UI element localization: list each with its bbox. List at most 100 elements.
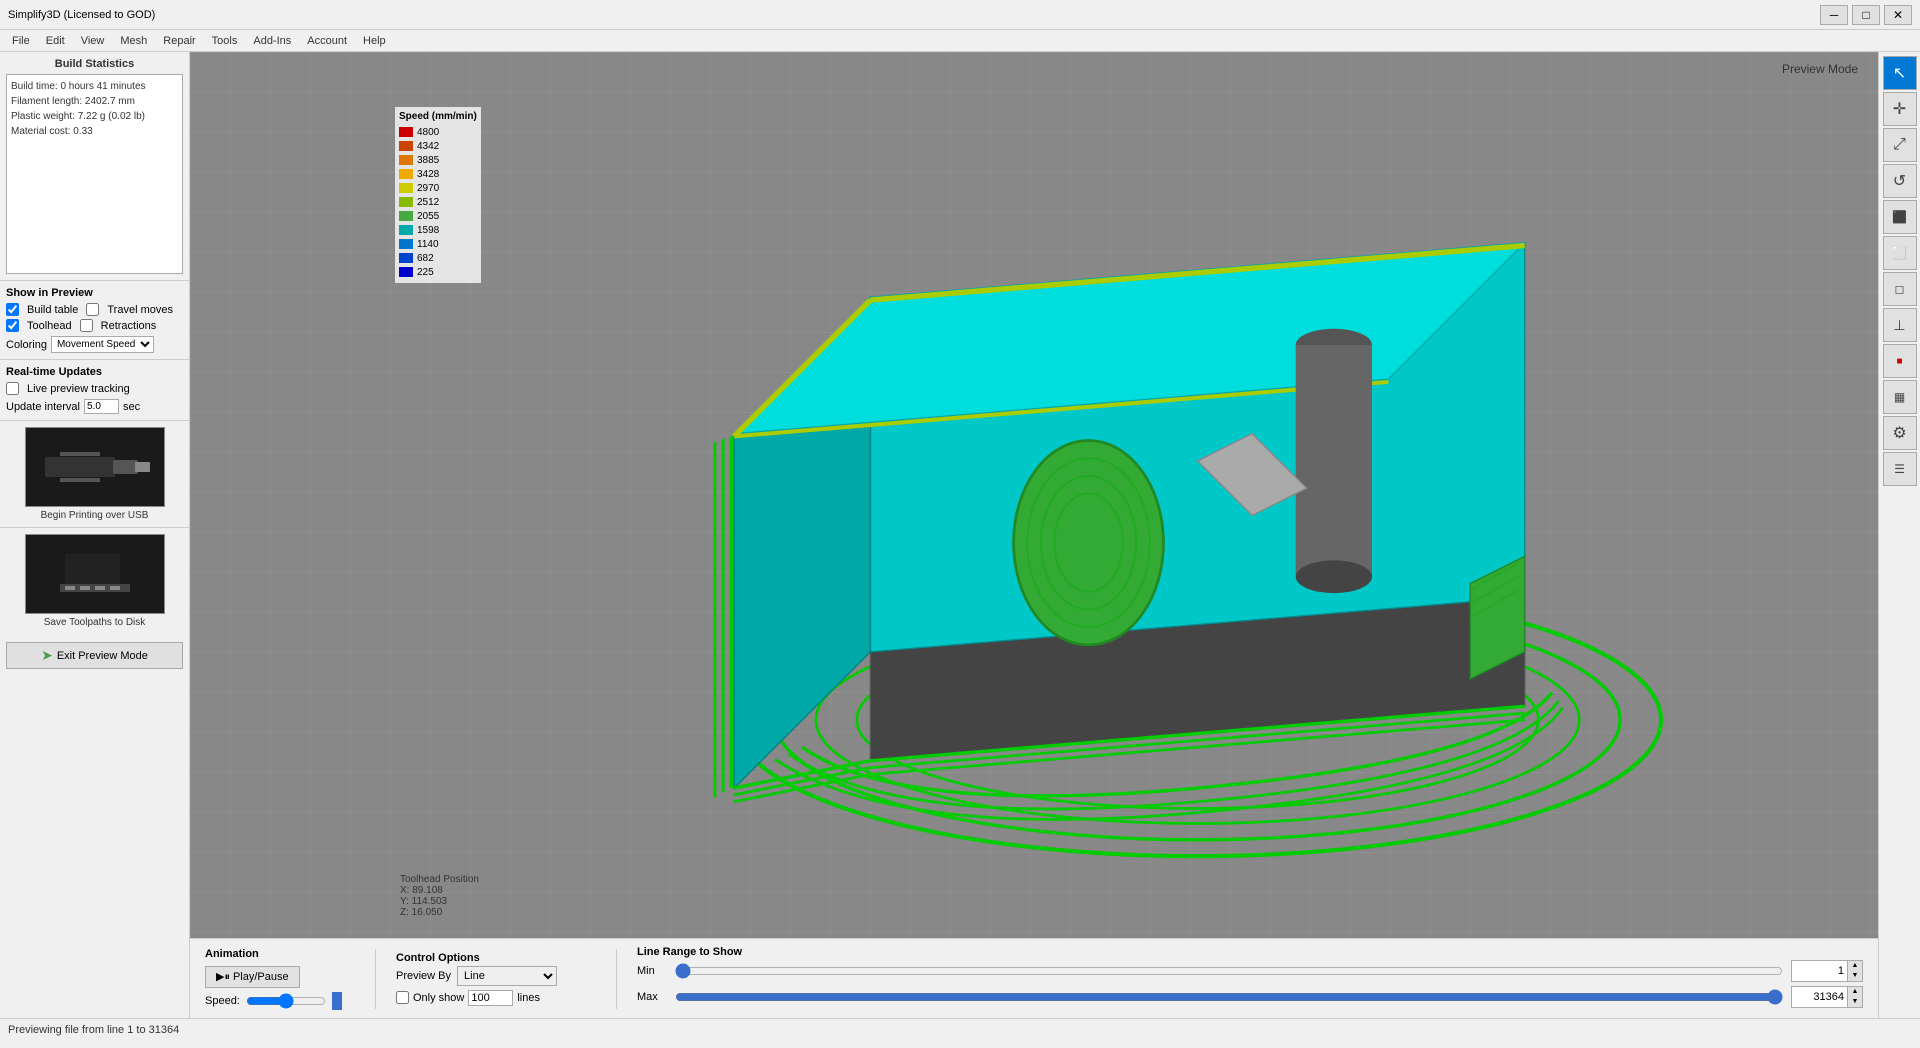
- cylinder-body: [1296, 345, 1372, 577]
- show-in-preview-title: Show in Preview: [6, 287, 183, 299]
- disk-svg: [35, 539, 155, 609]
- maximize-button[interactable]: □: [1852, 5, 1880, 25]
- menu-help[interactable]: Help: [355, 33, 394, 49]
- update-interval-input[interactable]: [84, 399, 119, 414]
- build-table-checkbox[interactable]: [6, 303, 19, 316]
- build-table-label: Build table: [27, 304, 78, 316]
- realtime-title: Real-time Updates: [6, 366, 183, 378]
- layers-button[interactable]: ▦: [1883, 380, 1917, 414]
- menu-view[interactable]: View: [73, 33, 113, 49]
- color-button[interactable]: ■: [1883, 344, 1917, 378]
- app-title: Simplify3D (Licensed to GOD): [8, 9, 155, 21]
- only-show-unit: lines: [517, 992, 540, 1004]
- disk-section[interactable]: Save Toolpaths to Disk: [0, 528, 189, 634]
- move-tool-button[interactable]: ✛: [1883, 92, 1917, 126]
- toolhead-pos-title: Toolhead Position: [400, 874, 479, 885]
- rotate-tool-button[interactable]: ↺: [1883, 164, 1917, 198]
- disk-image: [25, 534, 165, 614]
- show-in-preview-panel: Show in Preview Build table Travel moves…: [0, 281, 189, 360]
- only-show-checkbox[interactable]: [396, 991, 409, 1004]
- minimize-button[interactable]: ─: [1820, 5, 1848, 25]
- menu-file[interactable]: File: [4, 33, 38, 49]
- max-value-input[interactable]: [1792, 990, 1847, 1004]
- menu-account[interactable]: Account: [299, 33, 355, 49]
- menu-mesh[interactable]: Mesh: [112, 33, 155, 49]
- menu-repair[interactable]: Repair: [155, 33, 203, 49]
- travel-moves-checkbox[interactable]: [86, 303, 99, 316]
- exit-preview-button[interactable]: ➤ Exit Preview Mode: [6, 642, 183, 669]
- menu-addins[interactable]: Add-Ins: [245, 33, 299, 49]
- retractions-label: Retractions: [101, 320, 157, 332]
- min-value-input[interactable]: [1792, 964, 1847, 978]
- max-range-slider[interactable]: [675, 989, 1783, 1005]
- max-range-row: Max ▲ ▼: [637, 986, 1863, 1008]
- play-pause-button[interactable]: ▶⏸ Play/Pause: [205, 966, 300, 988]
- min-label: Min: [637, 965, 667, 977]
- divider-1: [375, 949, 376, 1009]
- solid-view-button[interactable]: ⬛: [1883, 200, 1917, 234]
- scale-tool-button[interactable]: ⤢: [1883, 128, 1917, 162]
- speed-slider[interactable]: [246, 993, 326, 1009]
- max-value-box: ▲ ▼: [1791, 986, 1863, 1008]
- axis-button[interactable]: ⊥: [1883, 308, 1917, 342]
- control-options-section: Control Options Preview By Line Layer Fe…: [396, 952, 596, 1006]
- close-button[interactable]: ✕: [1884, 5, 1912, 25]
- speed-indicator: [332, 992, 342, 1010]
- usb-image: [25, 427, 165, 507]
- build-statistics-content: Build time: 0 hours 41 minutes Filament …: [6, 74, 183, 274]
- speed-row: Speed:: [205, 992, 355, 1010]
- toolhead-label: Toolhead: [27, 320, 72, 332]
- titlebar-controls: ─ □ ✕: [1820, 5, 1912, 25]
- exit-preview-label: Exit Preview Mode: [57, 650, 148, 662]
- filament-length: Filament length: 2402.7 mm: [11, 94, 178, 109]
- build-statistics-panel: Build Statistics Build time: 0 hours 41 …: [0, 52, 189, 281]
- toolhead-checkbox[interactable]: [6, 319, 19, 332]
- menu-edit[interactable]: Edit: [38, 33, 73, 49]
- animation-section: Animation ▶⏸ Play/Pause Speed:: [205, 948, 355, 1010]
- wireframe-view-button[interactable]: ⬜: [1883, 236, 1917, 270]
- cylinder-bottom: [1296, 560, 1372, 593]
- build-statistics-title: Build Statistics: [6, 58, 183, 70]
- toolhead-pos-y: Y: 114.503: [400, 896, 479, 907]
- max-label: Max: [637, 991, 667, 1003]
- min-spinner-down[interactable]: ▼: [1848, 971, 1862, 981]
- coloring-select[interactable]: Movement Speed Feature Type Temperature …: [51, 336, 154, 353]
- 3d-model-svg: [190, 52, 1878, 938]
- plastic-weight: Plastic weight: 7.22 g (0.02 lb): [11, 109, 178, 124]
- only-show-input[interactable]: [468, 990, 513, 1006]
- max-spinner-up[interactable]: ▲: [1848, 987, 1862, 997]
- play-icon: ▶⏸: [216, 970, 230, 984]
- 3d-viewport[interactable]: Preview Mode Speed (mm/min) 4800 4342 38…: [190, 52, 1878, 938]
- main-layout: Build Statistics Build time: 0 hours 41 …: [0, 52, 1920, 1018]
- menu-tools[interactable]: Tools: [204, 33, 246, 49]
- retractions-checkbox[interactable]: [80, 319, 93, 332]
- blob-main: [1014, 440, 1164, 644]
- disk-label: Save Toolpaths to Disk: [44, 617, 146, 628]
- sidebar: Build Statistics Build time: 0 hours 41 …: [0, 52, 190, 1018]
- only-show-row: Only show lines: [396, 990, 596, 1006]
- select-tool-button[interactable]: ↖: [1883, 56, 1917, 90]
- control-options-title: Control Options: [396, 952, 596, 964]
- transparent-view-button[interactable]: ◻: [1883, 272, 1917, 306]
- max-spinner-down[interactable]: ▼: [1848, 997, 1862, 1007]
- material-cost: Material cost: 0.33: [11, 124, 178, 139]
- coloring-row: Coloring Movement Speed Feature Type Tem…: [6, 336, 183, 353]
- min-range-slider[interactable]: [675, 963, 1783, 979]
- preview-by-select[interactable]: Line Layer Feature: [457, 966, 557, 986]
- usb-section[interactable]: Begin Printing over USB: [0, 421, 189, 528]
- settings-button[interactable]: ⚙: [1883, 416, 1917, 450]
- play-pause-label: Play/Pause: [233, 971, 289, 983]
- min-spinner-up[interactable]: ▲: [1848, 961, 1862, 971]
- live-tracking-row: Live preview tracking: [6, 382, 183, 395]
- extra-button[interactable]: ☰: [1883, 452, 1917, 486]
- build-table-row: Build table Travel moves: [6, 303, 183, 316]
- coloring-label: Coloring: [6, 339, 47, 351]
- live-tracking-checkbox[interactable]: [6, 382, 19, 395]
- update-interval-label: Update interval: [6, 401, 80, 413]
- right-toolbar: ↖ ✛ ⤢ ↺ ⬛ ⬜ ◻ ⊥ ■ ▦ ⚙ ☰: [1878, 52, 1920, 1018]
- max-spinner: ▲ ▼: [1847, 987, 1862, 1007]
- only-show-label: Only show: [413, 992, 464, 1004]
- build-time: Build time: 0 hours 41 minutes: [11, 79, 178, 94]
- min-spinner: ▲ ▼: [1847, 961, 1862, 981]
- min-value-box: ▲ ▼: [1791, 960, 1863, 982]
